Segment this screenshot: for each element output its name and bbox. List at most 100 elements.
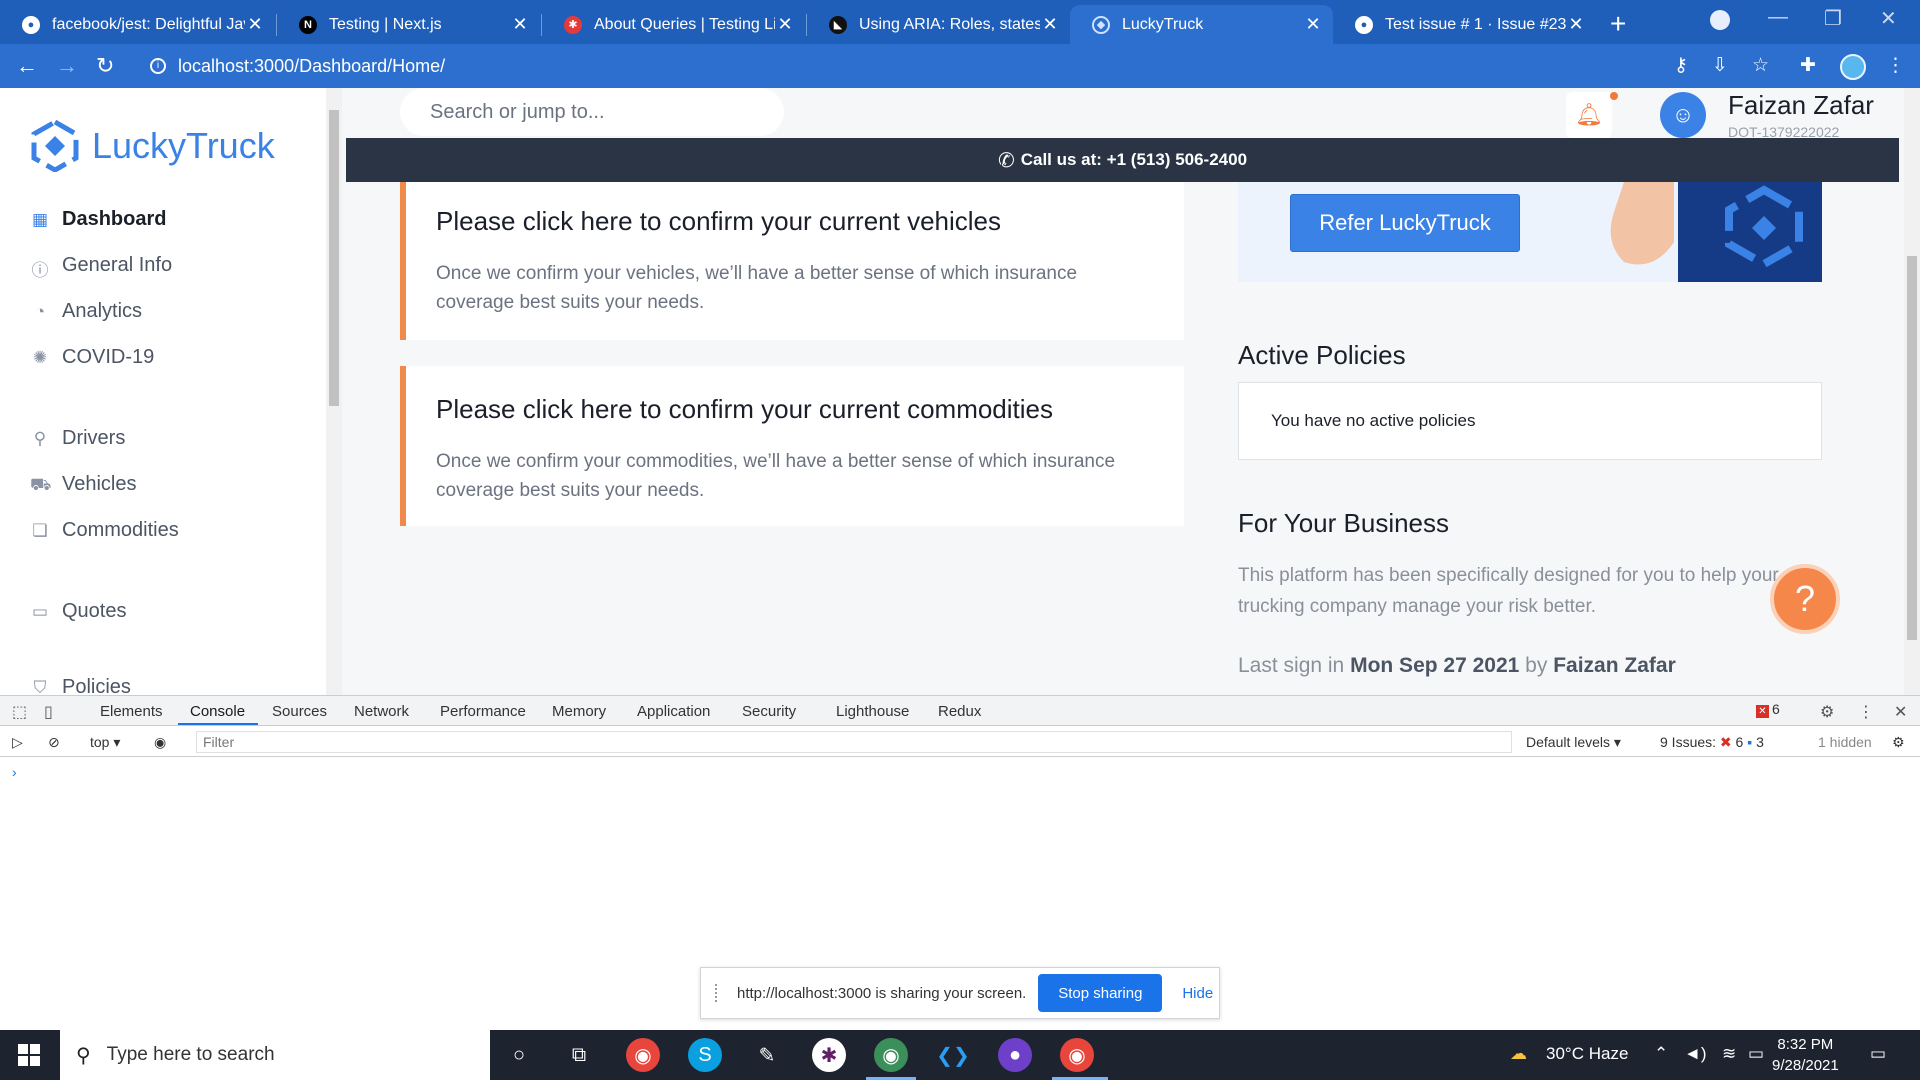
weather-text[interactable]: 30°C Haze (1546, 1044, 1628, 1064)
battery-icon[interactable]: ▭ (1748, 1044, 1764, 1064)
octopus-icon: ✱ (564, 15, 582, 34)
browser-tab[interactable]: ✱ About Queries | Testing Library ✕ (542, 5, 805, 44)
settings-gear-icon[interactable]: ⚙ (1820, 702, 1834, 722)
site-info-icon[interactable]: i (150, 58, 166, 74)
reload-icon[interactable]: ↻ (96, 53, 114, 79)
confirm-commodities-card[interactable]: Please click here to confirm your curren… (400, 366, 1184, 526)
wifi-icon[interactable]: ≋ (1722, 1044, 1736, 1064)
stop-sharing-button[interactable]: Stop sharing (1038, 974, 1163, 1012)
log-levels-select[interactable]: Default levels ▾ (1526, 734, 1621, 751)
sidebar-item-general-info[interactable]: ⓘ General Info (30, 254, 173, 280)
key-icon[interactable]: ⚷ (1674, 54, 1688, 77)
brand-logo[interactable]: LuckyTruck (30, 120, 275, 172)
sidebar-item-vehicles[interactable]: ⛟ Vehicles (30, 473, 137, 496)
sidebar-toggle-icon[interactable]: ▷ (12, 734, 23, 751)
user-avatar[interactable]: ☺ (1660, 92, 1706, 138)
issues-counter[interactable]: 9 Issues: ✖ 6 ▪ 3 (1660, 734, 1764, 751)
device-toolbar-icon[interactable]: ▯ (44, 702, 53, 722)
install-icon[interactable]: ⇩ (1712, 54, 1728, 77)
taskbar-search-input[interactable]: ⚲ Type here to search (60, 1030, 490, 1080)
console-prompt[interactable]: › (12, 764, 17, 780)
chrome-active-icon[interactable]: ◉ (1060, 1038, 1094, 1072)
devtools-menu-icon[interactable]: ⋮ (1858, 702, 1874, 722)
tab-security[interactable]: Security (742, 703, 796, 720)
active-policies-box: You have no active policies (1238, 382, 1822, 460)
weather-icon: ☁ (1510, 1044, 1527, 1063)
tab-performance[interactable]: Performance (440, 703, 526, 720)
page-scrollbar[interactable] (1904, 88, 1920, 695)
drag-handle[interactable] (715, 984, 719, 1002)
console-settings-icon[interactable]: ⚙ (1892, 734, 1905, 751)
menu-kebab-icon[interactable]: ⋮ (1886, 54, 1905, 77)
sidebar-item-covid[interactable]: ✺ COVID-19 (30, 346, 154, 369)
close-icon[interactable]: ✕ (1040, 14, 1060, 35)
tab-search-icon[interactable] (1710, 10, 1730, 30)
browser-tab[interactable]: ● facebook/jest: Delightful JavaScript ✕ (0, 5, 275, 44)
browser-tab[interactable]: ● Test issue # 1 · Issue #23 · LuckyTruc… (1333, 5, 1596, 44)
tab-application[interactable]: Application (637, 703, 710, 720)
profile-avatar[interactable] (1840, 54, 1866, 80)
tab-memory[interactable]: Memory (552, 703, 606, 720)
context-select[interactable]: top ▾ (90, 734, 120, 751)
system-clock[interactable]: 8:32 PM 9/28/2021 (1772, 1034, 1839, 1076)
back-icon[interactable]: ← (16, 53, 38, 79)
skype-icon[interactable]: S (688, 1038, 722, 1072)
confirm-vehicles-card[interactable]: Please click here to confirm your curren… (400, 182, 1184, 340)
new-tab-icon[interactable]: + (1610, 8, 1626, 40)
forward-icon[interactable]: → (56, 53, 78, 79)
address-bar[interactable]: i localhost:3000/Dashboard/Home/ (140, 50, 1650, 82)
close-icon[interactable]: ✕ (245, 14, 265, 35)
cortana-icon[interactable]: ○ (502, 1038, 536, 1072)
search-input[interactable]: Search or jump to... (400, 88, 784, 136)
close-icon[interactable]: ✕ (1566, 14, 1586, 35)
devtools-close-icon[interactable]: ✕ (1894, 702, 1907, 722)
help-button[interactable]: ? (1770, 564, 1840, 634)
sidebar-item-commodities[interactable]: ❏ Commodities (30, 519, 178, 542)
sidebar-item-drivers[interactable]: ⚲ Drivers (30, 427, 126, 450)
refer-button[interactable]: Refer LuckyTruck (1290, 194, 1520, 252)
clear-console-icon[interactable]: ⊘ (48, 734, 60, 751)
window-close-icon[interactable]: ✕ (1880, 6, 1897, 31)
browser-tab[interactable]: ◣ Using ARIA: Roles, states, and propert… (807, 5, 1070, 44)
slack-icon[interactable]: ✱ (812, 1038, 846, 1072)
box-icon: ❏ (32, 520, 48, 540)
tab-redux[interactable]: Redux (938, 703, 981, 720)
hide-button[interactable]: Hide (1182, 985, 1213, 1002)
extensions-icon[interactable]: ✚ (1800, 54, 1816, 77)
error-count-badge[interactable]: ✕ 6 (1756, 701, 1780, 718)
minimize-icon[interactable]: — (1768, 6, 1788, 29)
restore-icon[interactable]: ❐ (1824, 6, 1842, 31)
notification-bell-icon[interactable]: 🔔︎ (1566, 92, 1612, 138)
tab-console[interactable]: Console (190, 703, 245, 720)
sidebar-scrollbar[interactable] (326, 88, 342, 695)
bookmark-star-icon[interactable]: ☆ (1752, 54, 1769, 77)
tab-sources[interactable]: Sources (272, 703, 327, 720)
notifications-icon[interactable]: ▭ (1870, 1044, 1886, 1064)
sidebar-item-quotes[interactable]: ▭ Quotes (30, 600, 127, 623)
user-name[interactable]: Faizan Zafar (1728, 90, 1874, 121)
windows-start-icon[interactable] (18, 1044, 40, 1066)
close-icon[interactable]: ✕ (510, 14, 530, 35)
github-desktop-icon[interactable]: ● (998, 1038, 1032, 1072)
tray-chevron-icon[interactable]: ⌃ (1654, 1044, 1668, 1064)
browser-tab-active[interactable]: ◆ LuckyTruck ✕ (1070, 5, 1333, 44)
browser-tab[interactable]: N Testing | Next.js ✕ (277, 5, 540, 44)
paint-icon[interactable]: ✎ (750, 1038, 784, 1072)
close-icon[interactable]: ✕ (1303, 14, 1323, 35)
console-filter-input[interactable]: Filter (196, 731, 1512, 753)
live-expression-eye-icon[interactable]: ◉ (154, 734, 166, 751)
vscode-icon[interactable]: ❮❯ (936, 1038, 970, 1072)
sidebar-item-policies[interactable]: ⛉ Policies (30, 676, 131, 695)
tab-lighthouse[interactable]: Lighthouse (836, 703, 909, 720)
sidebar-item-dashboard[interactable]: ▦ Dashboard (30, 208, 167, 231)
chrome-profile-icon[interactable]: ◉ (874, 1038, 908, 1072)
sidebar-item-analytics[interactable]: ◔ Analytics (30, 300, 142, 323)
tab-network[interactable]: Network (354, 703, 409, 720)
close-icon[interactable]: ✕ (775, 14, 795, 35)
task-view-icon[interactable]: ⧉ (562, 1038, 596, 1072)
chrome-icon[interactable]: ◉ (626, 1038, 660, 1072)
tab-elements[interactable]: Elements (100, 703, 163, 720)
call-banner[interactable]: ✆ Call us at: +1 (513) 506-2400 (346, 138, 1899, 182)
inspect-element-icon[interactable]: ⬚ (12, 702, 27, 722)
volume-icon[interactable]: ◄) (1684, 1044, 1707, 1064)
